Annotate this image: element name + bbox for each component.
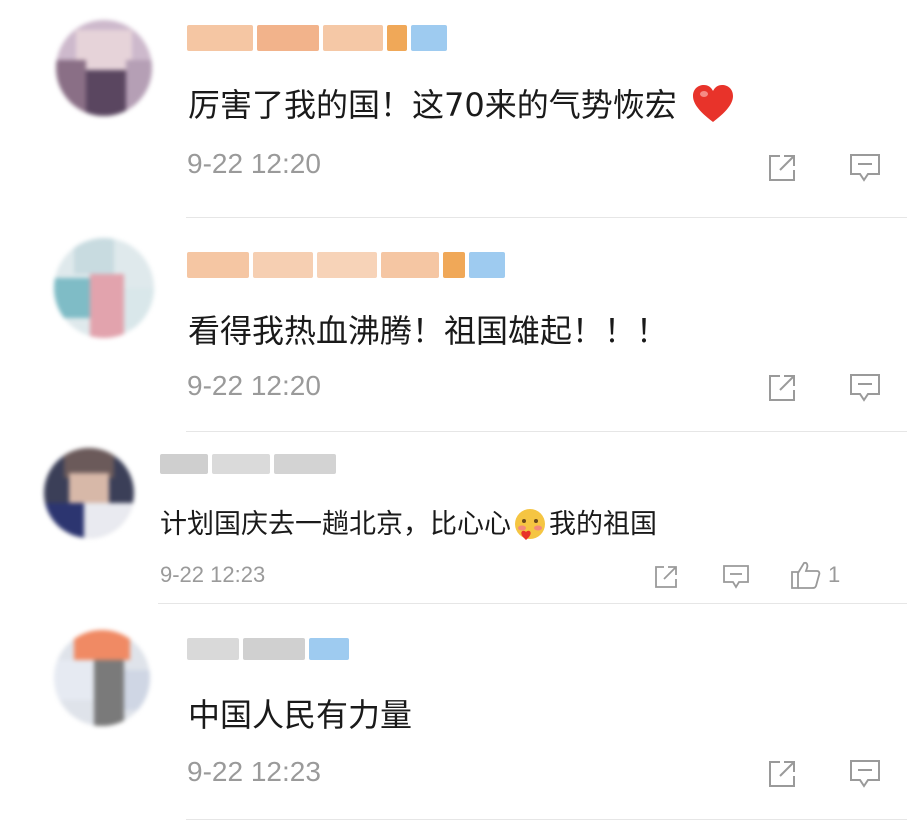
avatar[interactable] xyxy=(54,238,154,338)
thumbs-up-icon xyxy=(791,561,821,589)
comment-text: 中国人民有力量 xyxy=(188,696,413,734)
comment-text: 厉害了我的国！这70来的气势恢宏 xyxy=(188,80,735,126)
share-icon[interactable] xyxy=(766,372,798,404)
avatar[interactable] xyxy=(44,448,134,538)
red-heart-icon xyxy=(692,85,733,122)
timestamp: 9-22 12:23 xyxy=(160,562,266,587)
reply-icon[interactable] xyxy=(848,152,882,184)
comment-item: 看得我热血沸腾！祖国雄起！！！ 9-22 12:20 xyxy=(0,218,907,432)
username-blurred[interactable] xyxy=(187,638,349,660)
timestamp: 9-22 12:20 xyxy=(187,370,321,401)
blush-face-emoji xyxy=(515,508,545,540)
reply-icon[interactable] xyxy=(848,372,882,404)
reply-icon[interactable] xyxy=(848,758,882,790)
share-icon[interactable] xyxy=(653,564,679,590)
comment-text: 看得我热血沸腾！祖国雄起！！！ xyxy=(188,312,669,350)
comment-item: 中国人民有力量 9-22 12:23 xyxy=(0,604,907,824)
comment-text: 计划国庆去一趟北京，比心心 我的祖国 xyxy=(160,502,657,541)
timestamp: 9-22 12:20 xyxy=(187,148,321,179)
timestamp: 9-22 12:23 xyxy=(187,756,321,787)
comment-item: 计划国庆去一趟北京，比心心 我的祖国 9-22 12:23 1 xyxy=(0,432,907,604)
divider xyxy=(186,819,907,820)
like-button[interactable]: 1 xyxy=(790,560,840,590)
like-count: 1 xyxy=(828,562,841,587)
avatar[interactable] xyxy=(56,20,152,116)
share-icon[interactable] xyxy=(766,152,798,184)
avatar[interactable] xyxy=(54,630,150,726)
username-blurred[interactable] xyxy=(160,454,336,474)
username-blurred[interactable] xyxy=(187,25,447,51)
reply-icon[interactable] xyxy=(722,564,750,590)
share-icon[interactable] xyxy=(766,758,798,790)
comment-item: 厉害了我的国！这70来的气势恢宏 9-22 12:20 xyxy=(0,0,907,218)
username-blurred[interactable] xyxy=(187,252,505,278)
